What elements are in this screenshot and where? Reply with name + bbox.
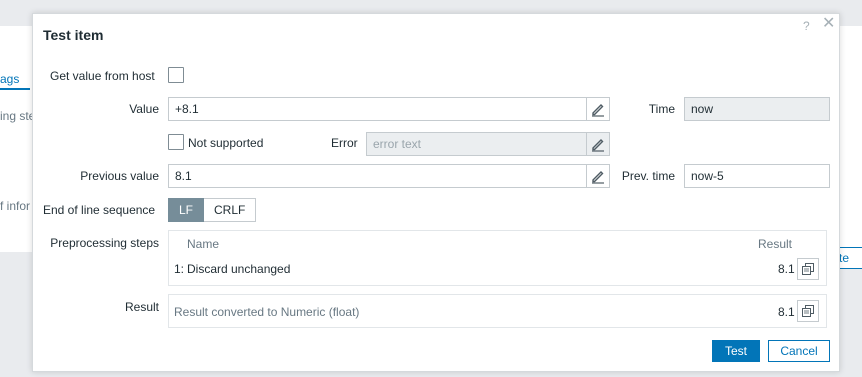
column-header-result: Result [758, 237, 793, 251]
time-input[interactable]: now [684, 97, 830, 121]
column-header-name: Name [187, 237, 220, 251]
preprocessing-steps-table: Name Result 1: Discard unchanged 8.1 [168, 230, 827, 286]
previous-value-edit-button[interactable] [586, 164, 610, 188]
result-copy-button[interactable] [797, 300, 819, 322]
value-edit-button[interactable] [586, 97, 610, 121]
prev-time-input[interactable]: now-5 [684, 164, 830, 188]
get-value-from-host-checkbox[interactable] [168, 67, 184, 83]
background-steps-fragment: ing ste [0, 109, 36, 123]
step-index: 1: [174, 262, 185, 276]
step-result: 8.1 [778, 262, 795, 276]
copy-icon [802, 305, 814, 317]
close-icon[interactable]: ✕ [822, 16, 835, 32]
pencil-icon [592, 171, 604, 184]
not-supported-checkbox[interactable] [168, 134, 184, 150]
result-value: 8.1 [778, 305, 795, 319]
eol-option-lf[interactable]: LF [168, 198, 205, 222]
value-input[interactable]: +8.1 [168, 97, 587, 121]
get-value-from-host-label: Get value from host [50, 69, 155, 83]
help-icon[interactable]: ? [803, 19, 810, 33]
result-box: Result converted to Numeric (float) 8.1 [168, 294, 827, 328]
error-input: error text [366, 132, 587, 156]
previous-value-label: Previous value [80, 169, 159, 183]
background-tab-underline [0, 88, 30, 90]
step-result-copy-button[interactable] [797, 258, 819, 280]
copy-icon [802, 263, 814, 275]
pencil-icon [592, 104, 604, 117]
step-name: Discard unchanged [187, 262, 291, 276]
pencil-icon [592, 139, 604, 152]
value-label: Value [129, 102, 159, 116]
result-label: Result [124, 300, 159, 314]
test-button[interactable]: Test [712, 340, 760, 362]
not-supported-label: Not supported [188, 136, 264, 150]
background-info-fragment: f infor [0, 199, 31, 213]
cancel-button[interactable]: Cancel [768, 340, 830, 362]
previous-value-input[interactable]: 8.1 [168, 164, 587, 188]
error-label: Error [331, 136, 358, 150]
prev-time-label: Prev. time [621, 169, 675, 183]
eol-label: End of line sequence [43, 203, 156, 217]
test-item-dialog: Test item ? ✕ Get value from host Value … [32, 13, 840, 372]
eol-option-crlf[interactable]: CRLF [204, 198, 257, 222]
background-tab-fragment: ags [0, 72, 20, 86]
eol-segmented-control: LF CRLF [168, 198, 257, 222]
result-text: Result converted to Numeric (float) [174, 305, 360, 319]
error-edit-button [586, 132, 610, 156]
dialog-title: Test item [43, 27, 104, 43]
time-label: Time [648, 102, 675, 116]
preprocessing-steps-label: Preprocessing steps [50, 236, 159, 250]
